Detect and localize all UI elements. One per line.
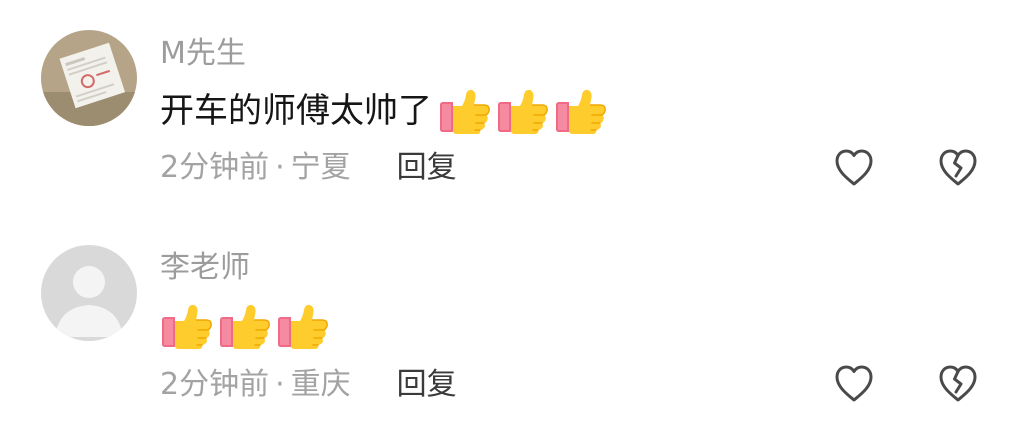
comment-item: M先生 开车的师傅太帅了 2分钟前 · 宁夏 回复 <box>0 0 1024 200</box>
comment-meta: 2分钟前 · 重庆 回复 <box>160 367 457 403</box>
thumbs-up-emoji-icon <box>438 87 492 135</box>
thumbs-up-emoji-icon <box>276 302 330 350</box>
separator: · <box>275 367 285 402</box>
broken-heart-outline-icon <box>936 362 980 406</box>
avatar[interactable] <box>41 30 137 126</box>
heart-outline-icon <box>832 146 876 190</box>
username[interactable]: M先生 <box>160 36 246 72</box>
location: 重庆 <box>290 367 351 402</box>
thumbs-up-emoji-icon <box>496 87 550 135</box>
default-user-avatar-icon <box>41 245 137 341</box>
reply-button[interactable]: 回复 <box>397 150 457 186</box>
thumbs-up-emoji-icon <box>160 302 214 350</box>
comment-item: 李老师 2分钟前 · 重庆 回复 <box>0 210 1024 410</box>
like-button[interactable] <box>832 146 876 190</box>
dislike-button[interactable] <box>936 146 980 190</box>
comment-content: 开车的师傅太帅了 <box>160 87 608 135</box>
thumbs-up-emoji-icon <box>218 302 272 350</box>
emoji-group <box>160 302 330 350</box>
timestamp: 2分钟前 <box>160 367 270 402</box>
broken-heart-outline-icon <box>936 146 980 190</box>
document-photo-avatar-icon <box>41 30 137 126</box>
emoji-group <box>438 87 608 135</box>
like-button[interactable] <box>832 362 876 406</box>
dislike-button[interactable] <box>936 362 980 406</box>
comment-meta: 2分钟前 · 宁夏 回复 <box>160 150 457 186</box>
location: 宁夏 <box>290 150 351 185</box>
username[interactable]: 李老师 <box>160 250 250 286</box>
heart-outline-icon <box>832 362 876 406</box>
avatar[interactable] <box>41 245 137 341</box>
separator: · <box>275 150 285 185</box>
comment-text: 开车的师傅太帅了 <box>160 91 432 131</box>
thumbs-up-emoji-icon <box>554 87 608 135</box>
timestamp: 2分钟前 <box>160 150 270 185</box>
reply-button[interactable]: 回复 <box>397 367 457 403</box>
comment-content <box>160 302 330 350</box>
